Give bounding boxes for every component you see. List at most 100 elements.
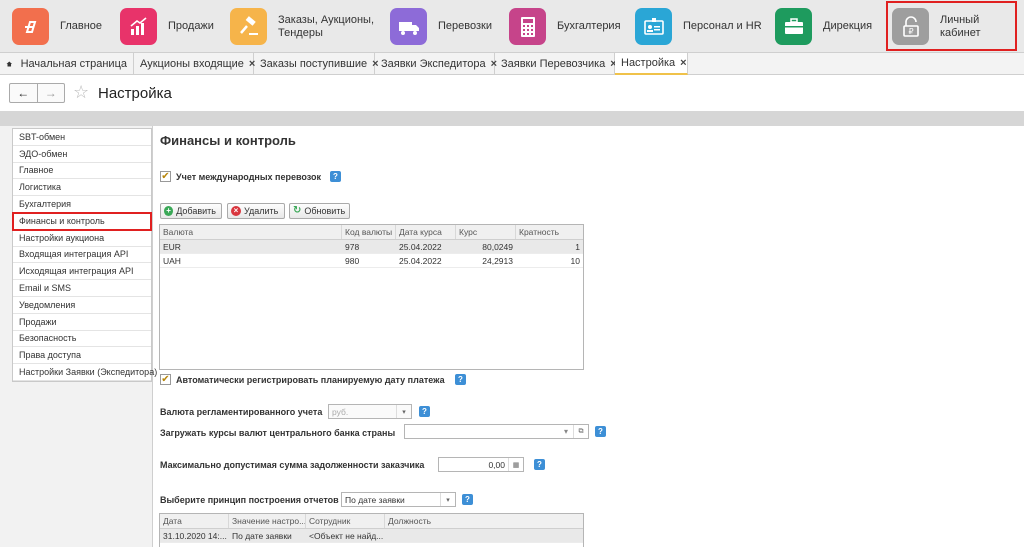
column-header[interactable]: Дата [160, 514, 229, 528]
help-icon[interactable]: ? [462, 494, 473, 505]
tab-label: Заказы поступившие [260, 58, 368, 70]
chevron-down-icon[interactable]: ▾ [396, 405, 411, 418]
help-icon[interactable]: ? [534, 459, 545, 470]
tab-carrier-requests[interactable]: Заявки Перевозчика × [495, 53, 617, 75]
tab-label: Заявки Экспедитора [381, 58, 486, 70]
main-logo-icon [12, 8, 49, 45]
table-row[interactable]: UAH 980 25.04.2022 24,2913 10 [160, 254, 583, 268]
tab-auctions-incoming[interactable]: Аукционы входящие × [134, 53, 255, 75]
table-cell: 10 [570, 255, 580, 266]
column-header[interactable]: Валюта [160, 225, 342, 239]
table-cell: 1 [575, 241, 580, 252]
menu-item-sbt-exchange[interactable]: SBT-обмен [13, 129, 151, 146]
menu-item-logistics[interactable]: Логистика [13, 179, 151, 197]
menu-item-finance-control[interactable]: Финансы и контроль [12, 211, 152, 231]
column-header[interactable]: Кратность [516, 225, 583, 239]
plus-icon: + [164, 206, 174, 216]
reg-currency-select[interactable]: руб. ▾ [328, 404, 412, 419]
highlight-frame [886, 1, 1017, 51]
favorite-star-icon[interactable]: ☆ [73, 82, 89, 103]
max-debt-value: 0,00 [488, 459, 505, 470]
back-arrow-icon[interactable]: ← [10, 84, 38, 102]
menu-item-accounting[interactable]: Бухгалтерия [13, 196, 151, 213]
history-table: Дата Значение настро... Сотрудник Должно… [159, 513, 584, 547]
menu-item-notifications[interactable]: Уведомления [13, 297, 151, 314]
table-cell: 25.04.2022 [399, 255, 442, 266]
refresh-button[interactable]: ↻ Обновить [289, 203, 350, 219]
settings-content: Финансы и контроль ✔ Учет международных … [158, 126, 1024, 547]
tab-label: Аукционы входящие [140, 58, 244, 70]
truck-icon [390, 8, 427, 45]
currency-table: Валюта Код валюты Дата курса Курс Кратно… [159, 224, 584, 370]
max-debt-input[interactable]: 0,00 ▦ [438, 457, 524, 472]
reg-currency-label: Валюта регламентированного учета [160, 407, 323, 417]
command-strip [0, 111, 1024, 126]
delete-icon: × [231, 206, 241, 216]
delete-button[interactable]: × Удалить [227, 203, 285, 219]
column-header[interactable]: Должность [385, 514, 583, 528]
menu-item-outgoing-api[interactable]: Исходящая интеграция API [13, 263, 151, 281]
reg-currency-value: руб. [332, 406, 349, 417]
tab-settings[interactable]: Настройка × [615, 53, 688, 75]
load-rates-select[interactable]: ▾ ⧉ [404, 424, 589, 439]
table-cell: 31.10.2020 14:... [163, 530, 227, 541]
intl-transport-label: Учет международных перевозок [176, 172, 322, 182]
menu-item-sales[interactable]: Продажи [13, 314, 151, 331]
menu-item-main[interactable]: Главное [13, 163, 151, 180]
close-icon[interactable]: × [680, 57, 686, 69]
section-heading: Финансы и контроль [160, 133, 296, 148]
menu-item-access-rights[interactable]: Права доступа [13, 347, 151, 365]
refresh-button-label: Обновить [304, 206, 346, 216]
column-header[interactable]: Курс [456, 225, 516, 239]
column-header[interactable]: Сотрудник [306, 514, 385, 528]
menu-item-incoming-api[interactable]: Входящая интеграция API [13, 247, 151, 264]
help-icon[interactable]: ? [455, 374, 466, 385]
section-orders[interactable]: Заказы, Аукционы, Тендеры [230, 0, 378, 53]
open-icon[interactable]: ⧉ [573, 425, 588, 438]
calculator-icon [509, 8, 546, 45]
menu-item-forwarder-request-settings[interactable]: Настройки Заявки (Экспедитора) [13, 364, 157, 381]
table-header: Дата Значение настро... Сотрудник Должно… [160, 514, 583, 529]
chevron-down-icon[interactable]: ▾ [560, 425, 572, 438]
add-button[interactable]: + Добавить [160, 203, 222, 219]
column-header[interactable]: Значение настро... [229, 514, 306, 528]
tab-home[interactable]: Начальная страница [0, 53, 134, 75]
refresh-icon: ↻ [293, 205, 302, 216]
column-header[interactable]: Код валюты [342, 225, 396, 239]
calculator-icon[interactable]: ▦ [508, 458, 523, 471]
report-principle-select[interactable]: По дате заявки ▾ [341, 492, 456, 507]
help-icon[interactable]: ? [595, 426, 606, 437]
menu-item-auction-settings[interactable]: Настройки аукциона [13, 230, 151, 247]
table-cell: 24,2913 [482, 255, 513, 266]
home-icon [6, 61, 13, 67]
table-cell: <Объект не найд... [309, 530, 384, 541]
help-icon[interactable]: ? [419, 406, 430, 417]
table-cell: По дате заявки [232, 530, 292, 541]
tab-forwarder-requests[interactable]: Заявки Экспедитора × [375, 53, 497, 75]
open-tabs-bar: Начальная страница Аукционы входящие × З… [0, 53, 1024, 75]
section-hr[interactable]: Персонал и HR [635, 0, 783, 53]
gavel-icon [230, 8, 267, 45]
tab-label: Начальная страница [20, 58, 127, 70]
forward-arrow-icon[interactable]: → [38, 84, 65, 102]
section-panel: Главное Продажи Заказы, Аукционы, Тендер… [0, 0, 1024, 53]
table-row[interactable]: EUR 978 25.04.2022 80,0249 1 [160, 240, 583, 254]
menu-item-security[interactable]: Безопасность [13, 331, 151, 348]
chevron-down-icon[interactable]: ▾ [440, 493, 455, 506]
page-title: Настройка [98, 85, 172, 102]
history-nav: ← → [9, 83, 65, 103]
intl-transport-checkbox[interactable]: ✔ [160, 171, 171, 182]
menu-item-edo-exchange[interactable]: ЭДО-обмен [13, 146, 151, 163]
auto-register-checkbox[interactable]: ✔ [160, 374, 171, 385]
tab-orders-received[interactable]: Заказы поступившие × [254, 53, 379, 75]
table-cell: 25.04.2022 [399, 241, 442, 252]
help-icon[interactable]: ? [330, 171, 341, 182]
delete-button-label: Удалить [244, 206, 279, 216]
table-row[interactable]: 31.10.2020 14:... По дате заявки <Объект… [160, 529, 583, 543]
menu-item-email-sms[interactable]: Email и SMS [13, 280, 151, 297]
column-header[interactable]: Дата курса [396, 225, 456, 239]
report-principle-value: По дате заявки [345, 494, 405, 505]
report-principle-label: Выберите принцип построения отчетов [160, 495, 339, 505]
table-cell: 80,0249 [482, 241, 513, 252]
section-label: Персонал и HR [683, 20, 762, 32]
